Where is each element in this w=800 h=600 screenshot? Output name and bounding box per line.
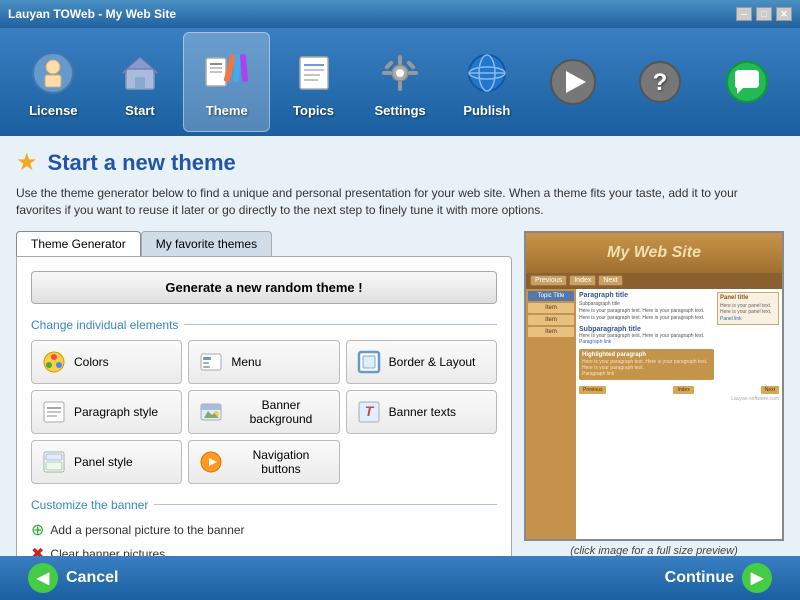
add-picture-link[interactable]: ⊕ Add a personal picture to the banner bbox=[31, 520, 497, 540]
add-icon: ⊕ bbox=[31, 520, 44, 540]
cancel-arrow-icon: ◀ bbox=[28, 563, 58, 593]
paragraph-style-button[interactable]: Paragraph style bbox=[31, 390, 182, 434]
banner-background-icon bbox=[197, 398, 225, 426]
preview-body: Topic Title Item Item Item Paragraph tit… bbox=[526, 289, 782, 539]
toolbar-item-topics[interactable]: Topics bbox=[270, 32, 357, 132]
main-content: ★ Start a new theme Use the theme genera… bbox=[0, 136, 800, 556]
continue-label: Continue bbox=[665, 569, 734, 587]
theme-icon bbox=[201, 47, 253, 99]
preview-inner: My Web Site Previous Index Next Topic Ti… bbox=[526, 233, 782, 539]
preview-panel: Panel title Here is your panel text. Her… bbox=[717, 292, 779, 325]
banner-texts-button[interactable]: T Banner texts bbox=[346, 390, 497, 434]
start-icon bbox=[114, 47, 166, 99]
minimize-button[interactable]: ─ bbox=[736, 7, 752, 21]
preview-nav-prev: Previous bbox=[530, 275, 567, 286]
settings-icon bbox=[374, 47, 426, 99]
chat-icon bbox=[721, 56, 773, 108]
left-panel: Theme Generator My favorite themes Gener… bbox=[16, 231, 512, 556]
paragraph-style-icon bbox=[40, 398, 68, 426]
toolbar-item-publish[interactable]: Publish bbox=[443, 32, 530, 132]
license-icon bbox=[27, 47, 79, 99]
banner-texts-icon: T bbox=[355, 398, 383, 426]
preview-nav: Previous Index Next bbox=[526, 273, 782, 289]
preview-image[interactable]: My Web Site Previous Index Next Topic Ti… bbox=[524, 231, 784, 541]
preview-highlighted: Highlighted paragraph Here is your parag… bbox=[579, 349, 714, 380]
cancel-button[interactable]: ◀ Cancel bbox=[16, 557, 130, 599]
navigation-buttons-button[interactable]: Navigation buttons bbox=[188, 440, 339, 484]
star-decoration-icon: ★ bbox=[16, 148, 38, 177]
maximize-button[interactable]: □ bbox=[756, 7, 772, 21]
change-elements-header: Change individual elements bbox=[31, 318, 497, 332]
continue-arrow-icon: ▶ bbox=[742, 563, 772, 593]
preview-sidebar-item: Item bbox=[528, 315, 574, 325]
svg-text:T: T bbox=[364, 403, 374, 419]
tab-favorites[interactable]: My favorite themes bbox=[141, 231, 272, 256]
preview-caption: (click image for a full size preview) bbox=[524, 545, 784, 556]
preview-sidebar-item: Item bbox=[528, 327, 574, 337]
right-panel: My Web Site Previous Index Next Topic Ti… bbox=[524, 231, 784, 556]
page-title: Start a new theme bbox=[48, 150, 236, 176]
topics-icon bbox=[288, 47, 340, 99]
title-bar: Lauyan TOWeb - My Web Site ─ □ ✕ bbox=[0, 0, 800, 28]
publish-icon bbox=[461, 47, 513, 99]
publish-label: Publish bbox=[463, 103, 510, 118]
elements-grid: Colors Menu bbox=[31, 340, 497, 484]
settings-label: Settings bbox=[375, 103, 426, 118]
cancel-label: Cancel bbox=[66, 569, 118, 587]
page-title-area: ★ Start a new theme bbox=[16, 148, 784, 177]
preview-sidebar-item: Item bbox=[528, 303, 574, 313]
tabs: Theme Generator My favorite themes bbox=[16, 231, 512, 256]
license-label: License bbox=[29, 103, 77, 118]
panel-style-icon bbox=[40, 448, 68, 476]
preview-section2: Subparagraph title Here is your paragrap… bbox=[579, 326, 714, 346]
preview-sidebar-item: Topic Title bbox=[528, 291, 574, 301]
preview-nav-next: Next bbox=[598, 275, 622, 286]
content-layout: Theme Generator My favorite themes Gener… bbox=[16, 231, 784, 556]
customize-banner-header: Customize the banner bbox=[31, 498, 497, 512]
toolbar-item-settings[interactable]: Settings bbox=[357, 32, 444, 132]
play-icon bbox=[547, 56, 599, 108]
app-title: Lauyan TOWeb - My Web Site bbox=[8, 7, 176, 21]
preview-paragraph-title: Paragraph title bbox=[579, 292, 714, 299]
panel-style-button[interactable]: Panel style bbox=[31, 440, 182, 484]
svg-text:?: ? bbox=[653, 69, 668, 96]
clear-icon: ✖ bbox=[31, 544, 44, 556]
continue-button[interactable]: Continue ▶ bbox=[653, 557, 784, 599]
menu-icon bbox=[197, 348, 225, 376]
preview-sidebar: Topic Title Item Item Item bbox=[526, 289, 576, 539]
theme-label: Theme bbox=[206, 103, 248, 118]
preview-section: Paragraph title Subparagraph titleHere i… bbox=[579, 292, 714, 322]
colors-icon bbox=[40, 348, 68, 376]
help-icon: ? bbox=[634, 56, 686, 108]
toolbar-item-theme[interactable]: Theme bbox=[183, 32, 270, 132]
clear-pictures-link[interactable]: ✖ Clear banner pictures bbox=[31, 544, 497, 556]
generate-theme-button[interactable]: Generate a new random theme ! bbox=[31, 271, 497, 304]
banner-section: ⊕ Add a personal picture to the banner ✖… bbox=[31, 520, 497, 556]
toolbar-item-start[interactable]: Start bbox=[97, 32, 184, 132]
navigation-buttons-icon bbox=[197, 448, 225, 476]
tab-content: Generate a new random theme ! Change ind… bbox=[16, 256, 512, 556]
border-layout-button[interactable]: Border & Layout bbox=[346, 340, 497, 384]
menu-button[interactable]: Menu bbox=[188, 340, 339, 384]
toolbar-item-license[interactable]: License bbox=[10, 32, 97, 132]
banner-background-button[interactable]: Banner background bbox=[188, 390, 339, 434]
topics-label: Topics bbox=[293, 103, 334, 118]
preview-nav-index: Index bbox=[569, 275, 596, 286]
page-description: Use the theme generator below to find a … bbox=[16, 185, 784, 219]
close-button[interactable]: ✕ bbox=[776, 7, 792, 21]
title-bar-buttons: ─ □ ✕ bbox=[736, 7, 792, 21]
tab-generator[interactable]: Theme Generator bbox=[16, 231, 141, 256]
preview-header: My Web Site bbox=[526, 233, 782, 273]
toolbar-item-help[interactable]: ? bbox=[617, 32, 704, 132]
border-layout-icon bbox=[355, 348, 383, 376]
preview-site-title: My Web Site bbox=[607, 244, 701, 262]
colors-button[interactable]: Colors bbox=[31, 340, 182, 384]
start-label: Start bbox=[125, 103, 155, 118]
preview-content: Paragraph title Subparagraph titleHere i… bbox=[576, 289, 782, 539]
toolbar: License Start Theme bbox=[0, 28, 800, 136]
toolbar-item-chat[interactable] bbox=[703, 32, 790, 132]
bottom-bar: ◀ Cancel Continue ▶ bbox=[0, 556, 800, 600]
toolbar-item-play[interactable] bbox=[530, 32, 617, 132]
